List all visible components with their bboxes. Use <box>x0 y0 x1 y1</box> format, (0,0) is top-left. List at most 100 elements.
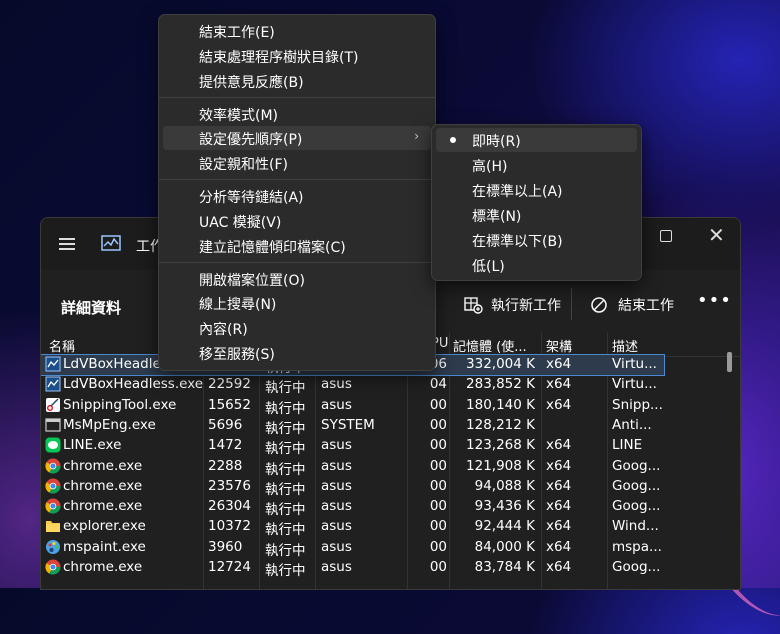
selected-dot-icon <box>450 137 456 143</box>
process-name: mspaint.exe <box>63 538 146 555</box>
process-cpu: 00 <box>429 457 447 474</box>
process-memory: 180,140 K <box>466 396 535 413</box>
table-row[interactable]: LdVBoxHeadless.exe 22592 執行中 asus 04 283,852 … <box>41 375 664 396</box>
chrome-icon <box>45 458 61 474</box>
run-new-task-button[interactable]: 執行新工作 <box>463 292 561 318</box>
process-status: 執行中 <box>265 481 306 498</box>
menu-item-end-task[interactable]: 結束工作(E) <box>163 19 431 43</box>
column-header-memory[interactable]: 記憶體 (使... <box>453 336 527 355</box>
menu-item-label: 結束處理程序樹狀目錄(T) <box>199 50 359 66</box>
process-name: SnippingTool.exe <box>63 396 177 413</box>
menu-item-label: 開啟檔案位置(O) <box>199 273 305 289</box>
process-status: 執行中 <box>265 441 306 458</box>
menu-item-go-to-services[interactable]: 移至服務(S) <box>163 341 431 365</box>
submenu-item-label: 低(L) <box>472 259 505 275</box>
maximize-icon <box>660 230 672 242</box>
process-memory: 123,268 K <box>466 437 535 454</box>
menu-item-label: 效率模式(M) <box>199 108 279 124</box>
submenu-item-label: 高(H) <box>472 159 508 175</box>
menu-item-open-file-location[interactable]: 開啟檔案位置(O) <box>163 267 431 291</box>
table-row[interactable]: chrome.exe 26304 執行中 asus 00 93,436 K x64 Goog.… <box>41 497 664 519</box>
priority-high[interactable]: 高(H) <box>436 153 637 177</box>
chrome-icon <box>45 498 61 514</box>
menu-item-end-process-tree[interactable]: 結束處理程序樹狀目錄(T) <box>163 44 431 68</box>
menu-item-label: 建立記憶體傾印檔案(C) <box>199 240 346 256</box>
process-architecture: x64 <box>546 518 572 535</box>
priority-below-normal[interactable]: 在標準以下(B) <box>436 228 637 252</box>
menu-item-uac-virtualization[interactable]: UAC 模擬(V) <box>163 209 431 233</box>
process-architecture: x64 <box>546 498 572 515</box>
menu-item-label: 移至服務(S) <box>199 347 275 363</box>
process-description: Goog... <box>612 498 661 515</box>
process-name: explorer.exe <box>63 518 146 535</box>
menu-item-label: 分析等待鏈結(A) <box>199 190 304 206</box>
table-row[interactable]: mspaint.exe 3960 執行中 asus 00 84,000 K x64 mspa.… <box>41 538 664 559</box>
process-user: asus <box>321 559 352 575</box>
table-row[interactable]: chrome.exe 2288 執行中 asus 00 121,908 K x64 Goog.… <box>41 457 664 478</box>
column-header-architecture[interactable]: 架構 <box>546 336 572 355</box>
close-button[interactable]: ✕ <box>697 223 737 254</box>
table-row[interactable]: SnippingTool.exe 15652 執行中 asus 00 180,140 K x… <box>41 396 664 417</box>
table-row[interactable]: LINE.exe 1472 執行中 asus 00 123,268 K x64 LINE <box>41 436 664 458</box>
chevron-right-icon: › <box>414 129 419 143</box>
run-new-task-label: 執行新工作 <box>491 298 561 314</box>
menu-item-create-dump[interactable]: 建立記憶體傾印檔案(C) <box>163 234 431 258</box>
menu-item-efficiency-mode[interactable]: 效率模式(M) <box>163 102 431 126</box>
priority-normal[interactable]: 標準(N) <box>436 203 637 227</box>
process-user: asus <box>321 518 352 535</box>
menu-item-provide-feedback[interactable]: 提供意見反應(B) <box>163 69 431 93</box>
process-name: chrome.exe <box>63 477 143 494</box>
more-options-button[interactable]: ••• <box>697 290 732 311</box>
process-architecture: x64 <box>546 477 572 494</box>
column-header-description[interactable]: 描述 <box>612 336 638 355</box>
process-description: Virtu... <box>612 376 657 393</box>
table-row[interactable]: MsMpEng.exe 5696 執行中 SYSTEM 00 128,212 K Anti.… <box>41 416 664 437</box>
priority-above-normal[interactable]: 在標準以上(A) <box>436 178 637 202</box>
process-description: mspa... <box>612 538 662 555</box>
process-status: 執行中 <box>265 461 306 478</box>
context-menu: 結束工作(E) 結束處理程序樹狀目錄(T) 提供意見反應(B) 效率模式(M) … <box>158 14 436 371</box>
process-cpu: 00 <box>429 416 447 433</box>
process-name: LdVBoxHeadless.exe <box>63 376 204 393</box>
line-icon <box>45 437 61 453</box>
process-pid: 5696 <box>208 416 243 433</box>
generic-app-icon <box>45 417 61 433</box>
process-status: 執行中 <box>265 502 306 519</box>
table-row[interactable]: explorer.exe 10372 執行中 asus 00 92,444 K x64 Win… <box>41 517 664 538</box>
page-title: 詳細資料 <box>61 299 122 317</box>
process-memory: 83,784 K <box>474 559 535 575</box>
process-cpu: 04 <box>429 376 447 393</box>
hamburger-menu-icon[interactable] <box>59 238 75 250</box>
process-memory: 332,004 K <box>466 356 535 372</box>
menu-item-analyze-wait-chain[interactable]: 分析等待鏈結(A) <box>163 184 431 208</box>
process-user: asus <box>321 457 352 474</box>
menu-item-set-affinity[interactable]: 設定親和性(F) <box>163 151 431 175</box>
menu-item-label: 設定親和性(F) <box>199 157 288 173</box>
column-header-name[interactable]: 名稱 <box>49 336 75 355</box>
priority-realtime[interactable]: 即時(R) <box>436 128 637 152</box>
table-row[interactable]: chrome.exe 12724 執行中 asus 00 83,784 K x64 Goog.… <box>41 558 664 579</box>
chrome-icon <box>45 478 61 494</box>
submenu-item-label: 在標準以下(B) <box>472 234 563 250</box>
menu-item-label: UAC 模擬(V) <box>199 215 282 231</box>
maximize-button[interactable] <box>647 224 687 254</box>
vertical-scrollbar[interactable] <box>727 352 732 372</box>
menu-item-search-online[interactable]: 線上搜尋(N) <box>163 291 431 315</box>
process-memory: 283,852 K <box>466 376 535 393</box>
process-name: MsMpEng.exe <box>63 416 156 433</box>
menu-item-properties[interactable]: 內容(R) <box>163 316 431 340</box>
process-pid: 10372 <box>208 518 251 535</box>
process-pid: 26304 <box>208 498 251 515</box>
menu-item-set-priority[interactable]: 設定優先順序(P) › <box>163 126 431 150</box>
end-task-button[interactable]: 結束工作 <box>590 292 674 318</box>
process-architecture: x64 <box>546 457 572 474</box>
process-description: Goog... <box>612 457 661 474</box>
process-pid: 3960 <box>208 538 243 555</box>
table-row[interactable]: chrome.exe 23576 執行中 asus 00 94,088 K x64 Goog.… <box>41 477 664 498</box>
priority-low[interactable]: 低(L) <box>436 253 637 277</box>
snipping-tool-icon <box>45 397 61 413</box>
process-memory: 121,908 K <box>466 457 535 474</box>
virtualbox-icon <box>45 376 61 392</box>
toolbar-divider <box>571 288 572 320</box>
process-user: asus <box>321 396 352 413</box>
